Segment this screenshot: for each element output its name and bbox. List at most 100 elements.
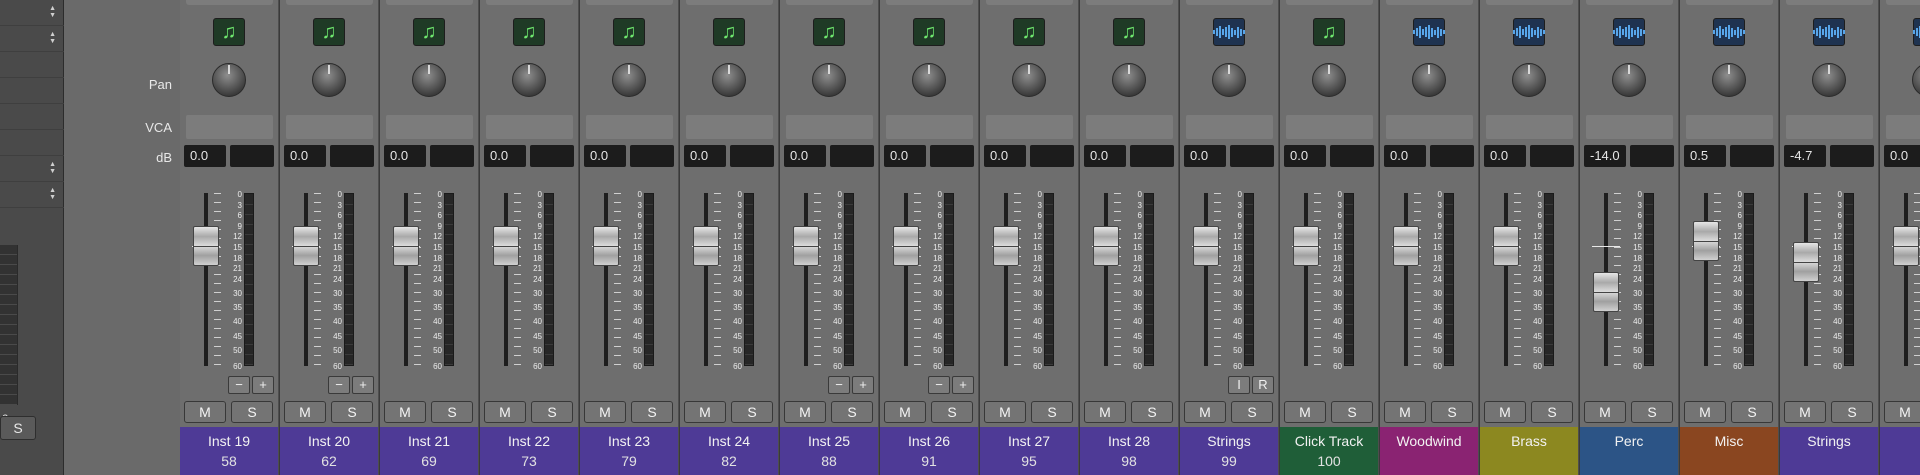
solo-button[interactable]: S bbox=[1731, 401, 1773, 423]
track-name-plate[interactable]: Strings bbox=[1780, 427, 1878, 475]
insert-slot[interactable] bbox=[1186, 0, 1273, 5]
mute-button[interactable]: M bbox=[984, 401, 1026, 423]
vca-slot[interactable] bbox=[1586, 115, 1673, 139]
vca-slot[interactable] bbox=[586, 115, 673, 139]
peak-readout[interactable] bbox=[330, 145, 374, 167]
insert-slot[interactable] bbox=[286, 0, 373, 5]
peak-readout[interactable] bbox=[830, 145, 874, 167]
mute-button[interactable]: M bbox=[684, 401, 726, 423]
volume-fader[interactable] bbox=[1693, 221, 1719, 261]
peak-readout[interactable] bbox=[430, 145, 474, 167]
vca-slot[interactable] bbox=[886, 115, 973, 139]
track-name-plate[interactable]: Inst 28 98 bbox=[1080, 427, 1178, 475]
inspector-row[interactable]: ▲ ▼ bbox=[0, 0, 64, 26]
volume-readout[interactable]: 0.0 bbox=[184, 145, 226, 167]
vca-slot[interactable] bbox=[1286, 115, 1373, 139]
peak-readout[interactable] bbox=[1430, 145, 1474, 167]
track-name-plate[interactable]: Strings 99 bbox=[1180, 427, 1278, 475]
mute-button[interactable]: M bbox=[1484, 401, 1526, 423]
vca-slot[interactable] bbox=[1786, 115, 1873, 139]
minus-button[interactable]: − bbox=[328, 376, 350, 394]
volume-readout[interactable]: 0.0 bbox=[1884, 145, 1920, 167]
pan-knob[interactable] bbox=[812, 63, 846, 97]
mute-button[interactable]: M bbox=[1584, 401, 1626, 423]
vca-slot[interactable] bbox=[1886, 115, 1920, 139]
solo-button[interactable]: S bbox=[1431, 401, 1473, 423]
pan-knob[interactable] bbox=[1412, 63, 1446, 97]
inspector-row[interactable]: ▲ ▼ bbox=[0, 26, 64, 52]
peak-readout[interactable] bbox=[1630, 145, 1674, 167]
volume-readout[interactable]: 0.0 bbox=[884, 145, 926, 167]
pan-knob[interactable] bbox=[312, 63, 346, 97]
volume-fader[interactable] bbox=[593, 226, 619, 266]
plus-button[interactable]: + bbox=[252, 376, 274, 394]
pan-knob[interactable] bbox=[1012, 63, 1046, 97]
volume-fader[interactable] bbox=[1593, 272, 1619, 313]
insert-slot[interactable] bbox=[1286, 0, 1373, 5]
volume-readout[interactable]: 0.0 bbox=[584, 145, 626, 167]
peak-readout[interactable] bbox=[1830, 145, 1874, 167]
instrument-icon[interactable]: ♫ bbox=[213, 18, 245, 46]
pan-knob[interactable] bbox=[1612, 63, 1646, 97]
volume-readout[interactable]: 0.0 bbox=[784, 145, 826, 167]
solo-button[interactable]: S bbox=[331, 401, 373, 423]
solo-button[interactable]: S bbox=[931, 401, 973, 423]
volume-readout[interactable]: 0.0 bbox=[1084, 145, 1126, 167]
insert-slot[interactable] bbox=[1486, 0, 1573, 5]
track-name-plate[interactable]: Inst 24 82 bbox=[680, 427, 778, 475]
solo-button[interactable]: S bbox=[631, 401, 673, 423]
minus-button[interactable]: − bbox=[928, 376, 950, 394]
volume-fader[interactable] bbox=[1893, 226, 1919, 266]
volume-readout[interactable]: 0.5 bbox=[1684, 145, 1726, 167]
plus-button[interactable]: + bbox=[952, 376, 974, 394]
volume-fader[interactable] bbox=[693, 226, 719, 266]
peak-readout[interactable] bbox=[230, 145, 274, 167]
insert-slot[interactable] bbox=[1586, 0, 1673, 5]
volume-fader[interactable] bbox=[193, 226, 219, 266]
mute-button[interactable]: M bbox=[784, 401, 826, 423]
insert-slot[interactable] bbox=[1686, 0, 1773, 5]
vca-slot[interactable] bbox=[1686, 115, 1773, 139]
peak-readout[interactable] bbox=[1730, 145, 1774, 167]
mute-button[interactable]: M bbox=[1284, 401, 1326, 423]
track-name-plate[interactable]: Inst 19 58 bbox=[180, 427, 278, 475]
pan-knob[interactable] bbox=[1512, 63, 1546, 97]
solo-button[interactable]: S bbox=[1131, 401, 1173, 423]
instrument-icon[interactable]: ♫ bbox=[513, 18, 545, 46]
solo-button[interactable]: S bbox=[1031, 401, 1073, 423]
audio-waveform-icon[interactable] bbox=[1413, 18, 1445, 46]
mute-button[interactable]: M bbox=[1184, 401, 1226, 423]
insert-slot[interactable] bbox=[1786, 0, 1873, 5]
insert-slot[interactable] bbox=[186, 0, 273, 5]
mute-button[interactable]: M bbox=[884, 401, 926, 423]
solo-button[interactable]: S bbox=[1531, 401, 1573, 423]
volume-fader[interactable] bbox=[1493, 226, 1519, 266]
mute-button[interactable]: M bbox=[1684, 401, 1726, 423]
instrument-icon[interactable]: ♫ bbox=[1313, 18, 1345, 46]
peak-readout[interactable] bbox=[630, 145, 674, 167]
vca-slot[interactable] bbox=[286, 115, 373, 139]
solo-button[interactable]: S bbox=[831, 401, 873, 423]
insert-slot[interactable] bbox=[886, 0, 973, 5]
volume-readout[interactable]: 0.0 bbox=[1384, 145, 1426, 167]
track-name-plate[interactable]: Click Track 100 bbox=[1280, 427, 1378, 475]
solo-button[interactable]: S bbox=[1331, 401, 1373, 423]
instrument-icon[interactable]: ♫ bbox=[913, 18, 945, 46]
track-name-plate[interactable]: Misc bbox=[1680, 427, 1778, 475]
inspector-row[interactable]: ▲ ▼ bbox=[0, 156, 64, 182]
volume-fader[interactable] bbox=[1793, 241, 1819, 282]
vca-slot[interactable] bbox=[386, 115, 473, 139]
solo-button[interactable]: S bbox=[531, 401, 573, 423]
volume-fader[interactable] bbox=[793, 226, 819, 266]
instrument-icon[interactable]: ♫ bbox=[313, 18, 345, 46]
inspector-row[interactable]: ▲ ▼ bbox=[0, 182, 64, 208]
volume-fader[interactable] bbox=[1193, 226, 1219, 266]
track-name-plate[interactable]: Inst 22 73 bbox=[480, 427, 578, 475]
minus-button[interactable]: − bbox=[828, 376, 850, 394]
mute-button[interactable]: M bbox=[1884, 401, 1920, 423]
insert-slot[interactable] bbox=[1886, 0, 1920, 5]
vca-slot[interactable] bbox=[786, 115, 873, 139]
vca-slot[interactable] bbox=[1086, 115, 1173, 139]
insert-slot[interactable] bbox=[1386, 0, 1473, 5]
instrument-icon[interactable]: ♫ bbox=[713, 18, 745, 46]
